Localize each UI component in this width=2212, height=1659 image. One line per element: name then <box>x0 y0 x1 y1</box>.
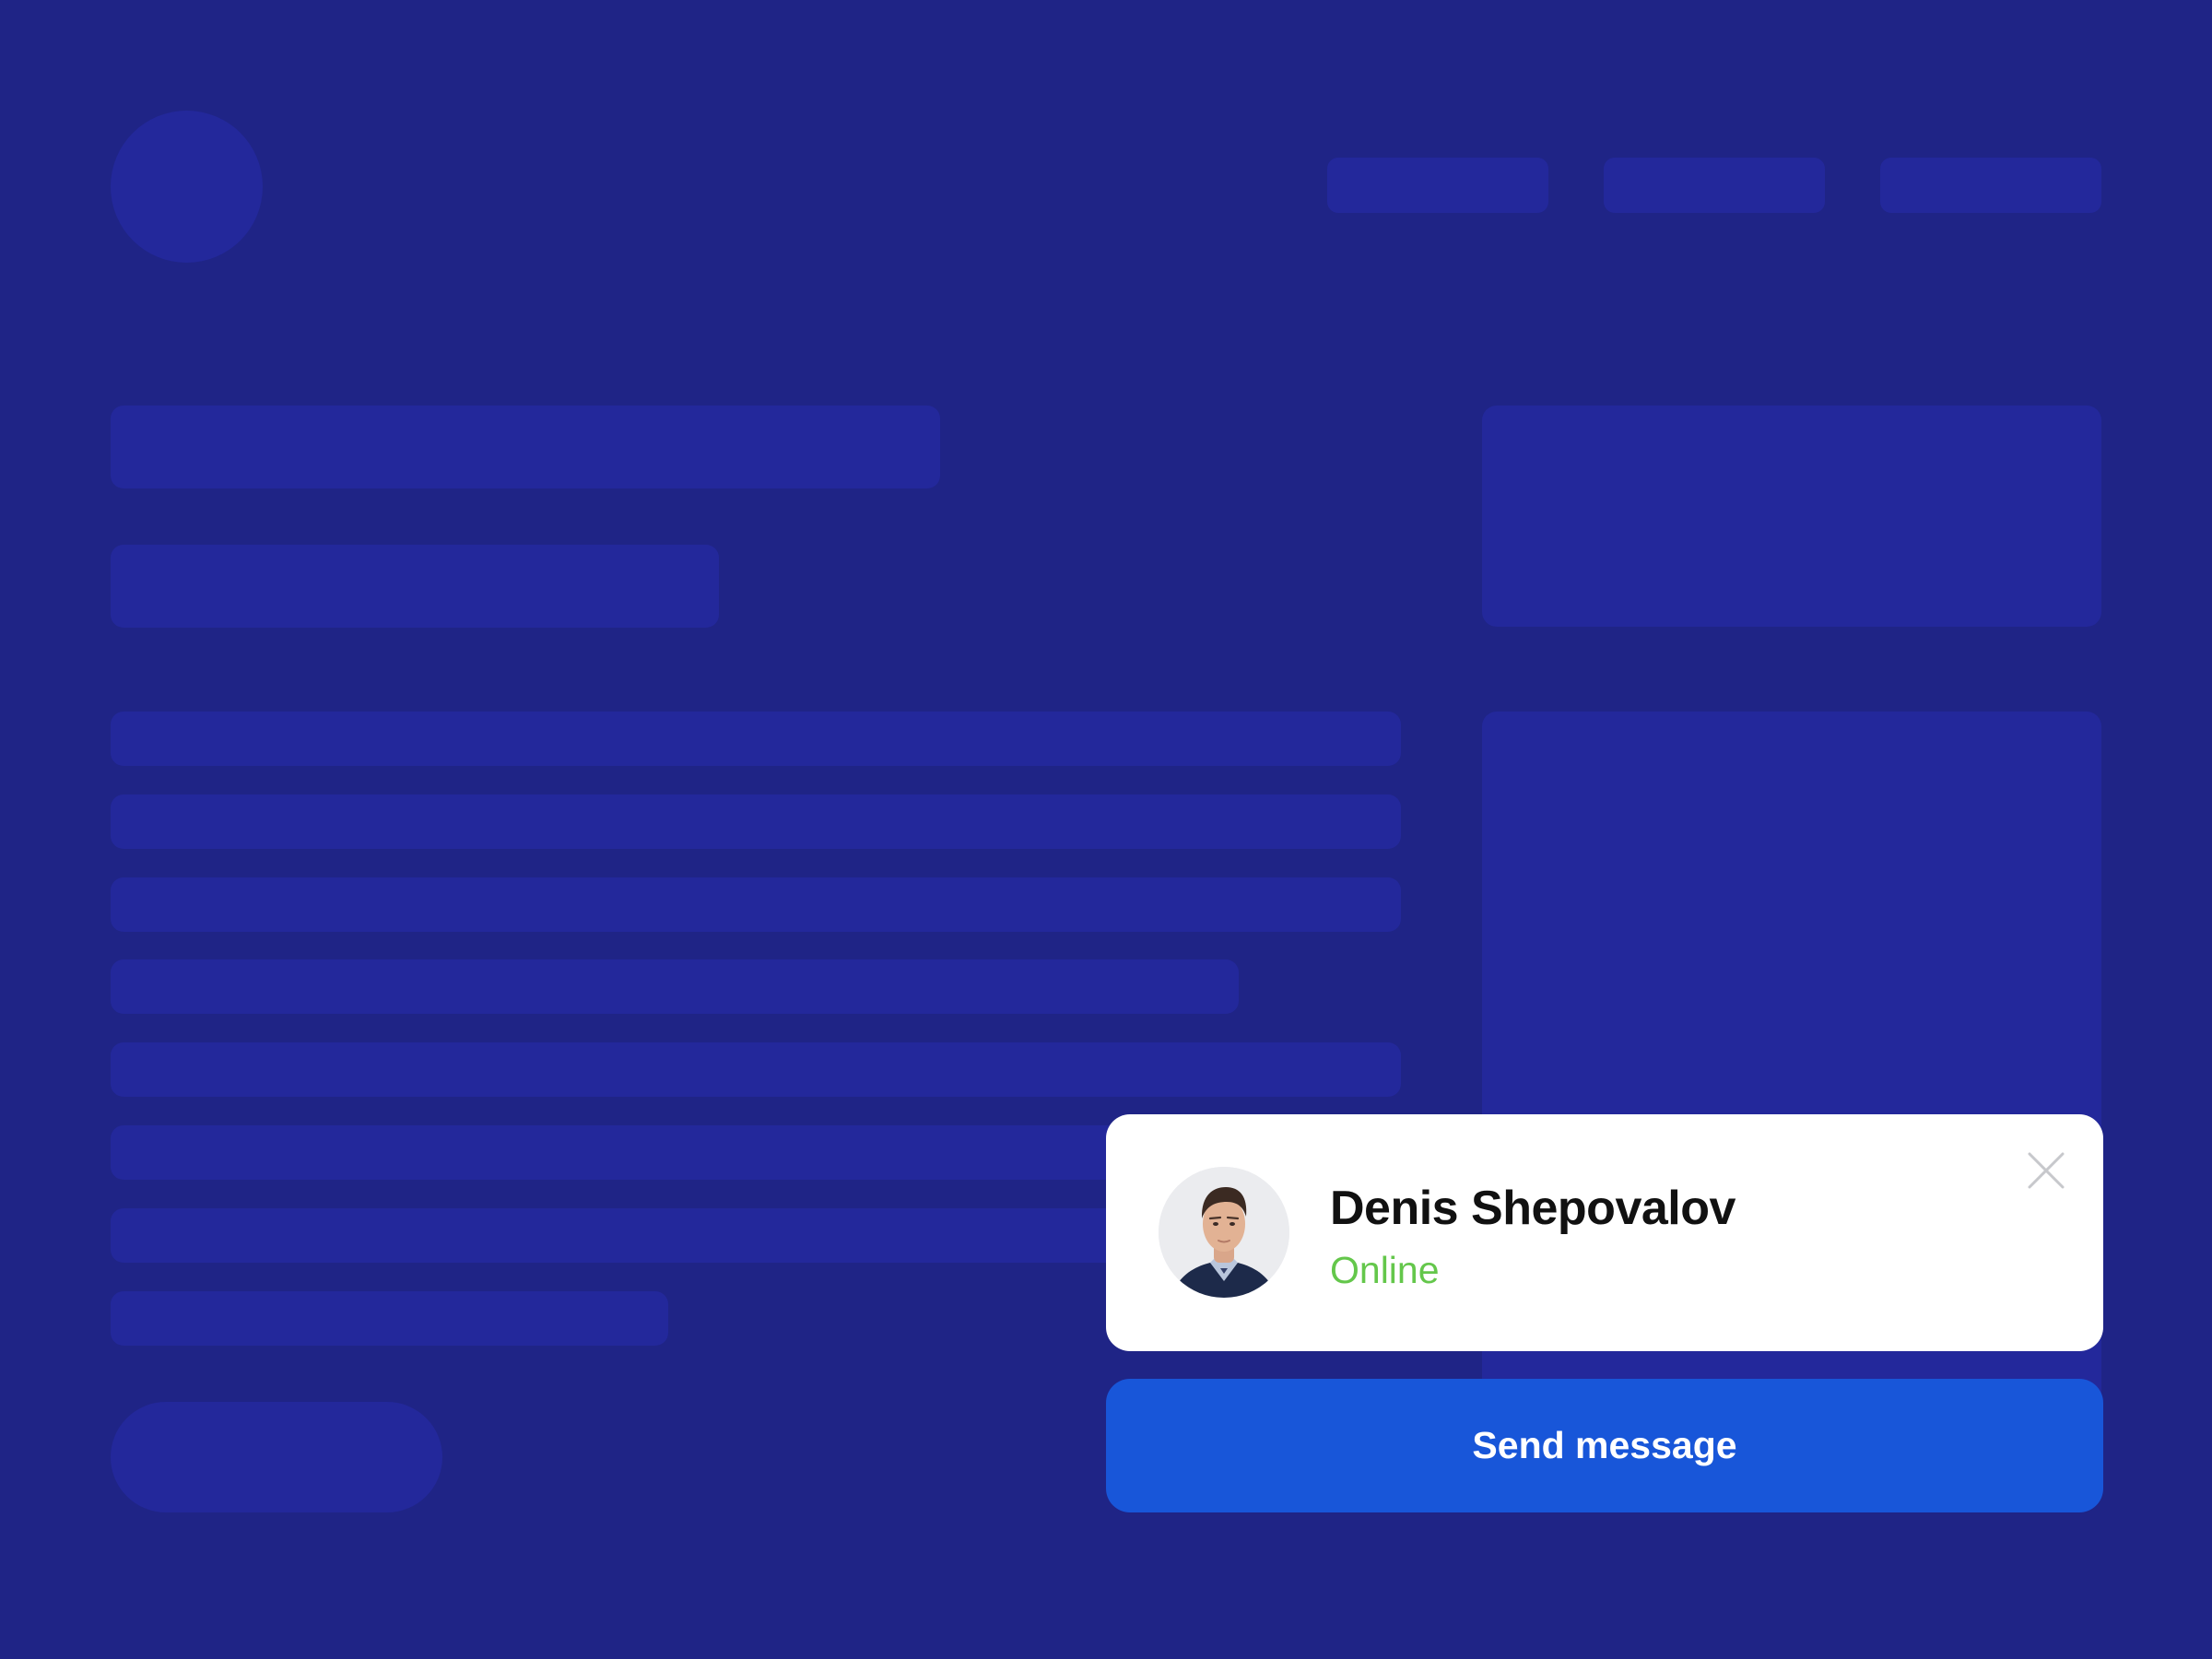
status-badge: Online <box>1330 1249 1440 1291</box>
contact-card: Denis Shepovalov Online <box>1106 1114 2103 1351</box>
subtitle-placeholder <box>111 545 719 628</box>
close-icon[interactable] <box>2027 1151 2065 1190</box>
text-line-placeholder <box>111 877 1401 932</box>
avatar[interactable] <box>1159 1167 1289 1298</box>
contact-name: Denis Shepovalov <box>1330 1182 1735 1235</box>
nav-item-placeholder <box>1604 158 1825 213</box>
title-placeholder <box>111 406 940 488</box>
text-line-placeholder <box>111 712 1401 766</box>
avatar-photo-icon <box>1159 1167 1289 1298</box>
nav-item-placeholder <box>1327 158 1548 213</box>
side-card-placeholder <box>1482 406 2101 627</box>
button-placeholder <box>111 1402 442 1512</box>
text-line-placeholder <box>111 1042 1401 1097</box>
text-line-placeholder <box>111 1291 668 1346</box>
app-screen: Denis Shepovalov Online Send message <box>0 0 2212 1659</box>
send-message-button[interactable]: Send message <box>1106 1379 2103 1512</box>
nav-item-placeholder <box>1880 158 2101 213</box>
text-line-placeholder <box>111 794 1401 849</box>
logo-placeholder <box>111 111 263 263</box>
text-line-placeholder <box>111 959 1239 1014</box>
